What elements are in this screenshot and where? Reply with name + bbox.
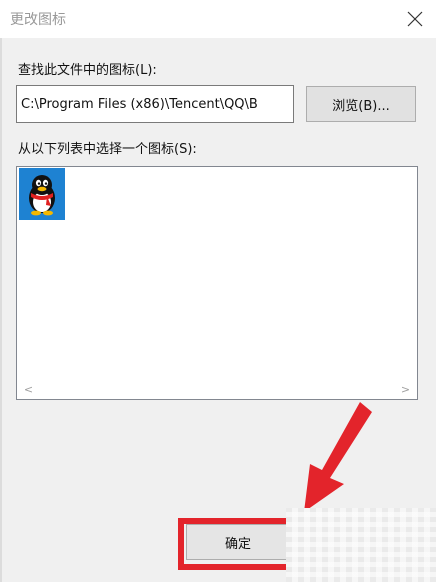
icon-list-item[interactable] [19,168,65,220]
title-bar: 更改图标 [0,0,436,38]
ok-button[interactable]: 确定 [186,524,290,560]
window-edge [0,38,2,582]
close-button[interactable] [400,4,430,34]
icon-list[interactable]: < > [16,166,418,400]
close-icon [407,11,423,27]
horizontal-scrollbar[interactable]: < > [18,381,416,398]
annotation-arrow-icon [304,402,372,512]
scroll-right-icon[interactable]: > [397,381,414,398]
scroll-left-icon[interactable]: < [20,381,37,398]
browse-button[interactable]: 浏览(B)... [306,86,416,122]
icon-path-input[interactable] [16,85,294,123]
watermark-area [286,508,436,582]
path-label: 查找此文件中的图标(L): [18,63,157,78]
icon-list-label: 从以下列表中选择一个图标(S): [18,142,197,157]
dialog-title: 更改图标 [10,12,66,28]
qq-penguin-icon [29,175,55,216]
